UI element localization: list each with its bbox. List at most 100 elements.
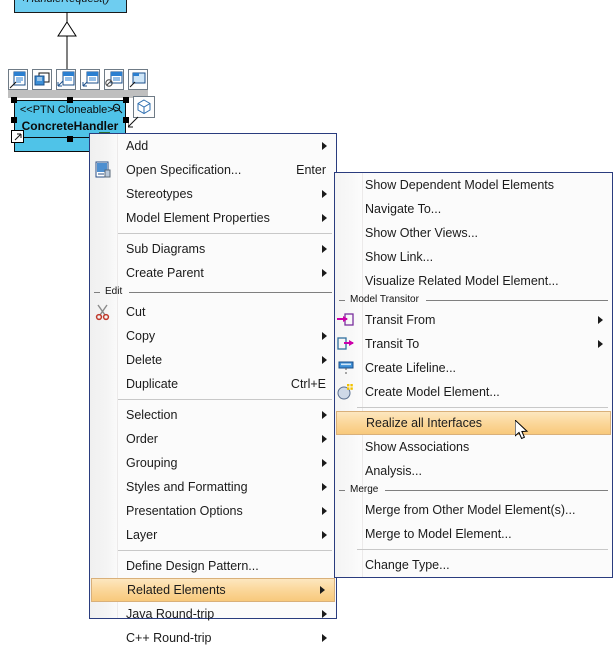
menu-item[interactable]: Sub Diagrams	[90, 237, 336, 261]
menu-item[interactable]: Create Lifeline...	[335, 356, 612, 380]
menu-item-label: Change Type...	[365, 558, 450, 572]
menu-item[interactable]: Show Associations	[335, 435, 612, 459]
menu-item-label: Merge to Model Element...	[365, 527, 512, 541]
menu-item-label: Related Elements	[127, 583, 226, 597]
menu-item[interactable]: Visualize Related Model Element...	[335, 269, 612, 293]
chevron-right-icon	[322, 459, 327, 467]
menu-item[interactable]: Realize all Interfaces	[336, 411, 611, 435]
transit-to-icon	[337, 337, 354, 350]
menu-item[interactable]: Analysis...	[335, 459, 612, 483]
menu-item[interactable]: Presentation Options	[90, 499, 336, 523]
menu-item[interactable]: Add	[90, 134, 336, 158]
menu-item[interactable]: Duplicate Ctrl+E	[90, 372, 336, 396]
menu-item[interactable]: Show Link...	[335, 245, 612, 269]
menu-item[interactable]: Transit To	[335, 332, 612, 356]
forbidden-class-icon[interactable]	[104, 69, 124, 90]
menu-item[interactable]: Transit From	[335, 308, 612, 332]
menu-item[interactable]: Navigate To...	[335, 197, 612, 221]
menu-item[interactable]: Open Specification... Enter	[90, 158, 336, 182]
menu-group-header: Model Transitor	[335, 293, 612, 308]
menu-separator	[90, 230, 336, 237]
menu-item[interactable]: Styles and Formatting	[90, 475, 336, 499]
magnifier-icon[interactable]	[112, 103, 123, 114]
menu-item[interactable]: C++ Round-trip	[90, 626, 336, 650]
menu-item[interactable]: Stereotypes	[90, 182, 336, 206]
menu-group-label: Merge	[350, 484, 379, 495]
menu-item[interactable]: Merge from Other Model Element(s)...	[335, 498, 612, 522]
menu-separator	[90, 396, 336, 403]
chevron-right-icon	[322, 531, 327, 539]
menu-item[interactable]: Copy	[90, 324, 336, 348]
menu-group-header: Edit	[90, 285, 336, 300]
mouse-pointer	[515, 420, 529, 440]
chevron-right-icon	[598, 316, 603, 324]
menu-item[interactable]: Model Element Properties	[90, 206, 336, 230]
generalization-icon[interactable]	[56, 69, 76, 90]
chevron-right-icon	[322, 610, 327, 618]
chevron-right-icon	[322, 332, 327, 340]
menu-item-label: Transit From	[365, 313, 436, 327]
menu-item[interactable]: Define Design Pattern...	[90, 554, 336, 578]
menu-item[interactable]: Delete	[90, 348, 336, 372]
menu-item[interactable]: Related Elements	[91, 578, 335, 602]
menu-item-label: Define Design Pattern...	[126, 559, 259, 573]
menu-item[interactable]: Change Type...	[335, 553, 612, 577]
menu-item-label: Show Link...	[365, 250, 434, 264]
menu-item[interactable]: Order	[90, 427, 336, 451]
menu-item-label: Open Specification...	[126, 163, 242, 177]
related-elements-submenu-items: Show Dependent Model Elements Navigate To…	[335, 173, 612, 577]
subdiagram-icon[interactable]	[128, 69, 148, 90]
menu-item-label: Create Parent	[126, 266, 204, 280]
move-handle-icon[interactable]	[11, 130, 24, 143]
menu-item[interactable]: Show Other Views...	[335, 221, 612, 245]
resize-handle[interactable]	[123, 97, 129, 103]
related-elements-submenu[interactable]: Show Dependent Model Elements Navigate To…	[334, 172, 613, 578]
resize-handle[interactable]	[11, 117, 17, 123]
chevron-right-icon	[322, 634, 327, 642]
chevron-right-icon	[322, 507, 327, 515]
menu-item-label: Navigate To...	[365, 202, 442, 216]
menu-item-label: Copy	[126, 329, 156, 343]
specification-icon	[95, 161, 111, 178]
context-menu[interactable]: Add Open Specification... Enter Stereotypes…	[89, 133, 337, 645]
chevron-right-icon	[322, 142, 327, 150]
menu-item-label: Show Dependent Model Elements	[365, 178, 555, 192]
dependency-icon[interactable]	[80, 69, 100, 90]
chevron-right-icon	[322, 411, 327, 419]
menu-item-label: Merge from Other Model Element(s)...	[365, 503, 576, 517]
chevron-right-icon	[322, 245, 327, 253]
scissors-icon	[95, 304, 110, 321]
diagram-canvas: +HandleRequest()	[0, 0, 613, 645]
menu-item[interactable]: Cut	[90, 300, 336, 324]
menu-item-shortcut: Ctrl+E	[290, 377, 326, 391]
resize-handle[interactable]	[11, 97, 17, 103]
context-menu-items: Add Open Specification... Enter Stereotypes…	[90, 134, 336, 650]
menu-item[interactable]: Merge to Model Element...	[335, 522, 612, 546]
element-quick-toolbar[interactable]	[8, 69, 148, 91]
menu-item[interactable]: Grouping	[90, 451, 336, 475]
resize-handle[interactable]	[67, 136, 73, 142]
chevron-right-icon	[598, 340, 603, 348]
menu-item[interactable]: Selection	[90, 403, 336, 427]
menu-separator	[90, 547, 336, 554]
menu-item-label: Grouping	[126, 456, 178, 470]
resize-handle[interactable]	[67, 97, 73, 103]
class-icon[interactable]	[8, 69, 28, 90]
menu-item-label: Duplicate	[126, 377, 179, 391]
menu-item[interactable]: Java Round-trip	[90, 602, 336, 626]
menu-group-label: Edit	[105, 286, 123, 297]
chevron-right-icon	[322, 483, 327, 491]
menu-item[interactable]: Show Dependent Model Elements	[335, 173, 612, 197]
menu-item[interactable]: Layer	[90, 523, 336, 547]
menu-item[interactable]: Create Parent	[90, 261, 336, 285]
chevron-right-icon	[322, 356, 327, 364]
chevron-right-icon	[322, 269, 327, 277]
lifeline-icon	[338, 361, 354, 376]
menu-item-label: Visualize Related Model Element...	[365, 274, 559, 288]
menu-group-label: Model Transitor	[350, 294, 419, 305]
package-icon[interactable]	[32, 69, 52, 90]
menu-item-label: Show Associations	[365, 440, 470, 454]
menu-item[interactable]: Create Model Element...	[335, 380, 612, 404]
chevron-right-icon	[322, 435, 327, 443]
menu-group-header: Merge	[335, 483, 612, 498]
